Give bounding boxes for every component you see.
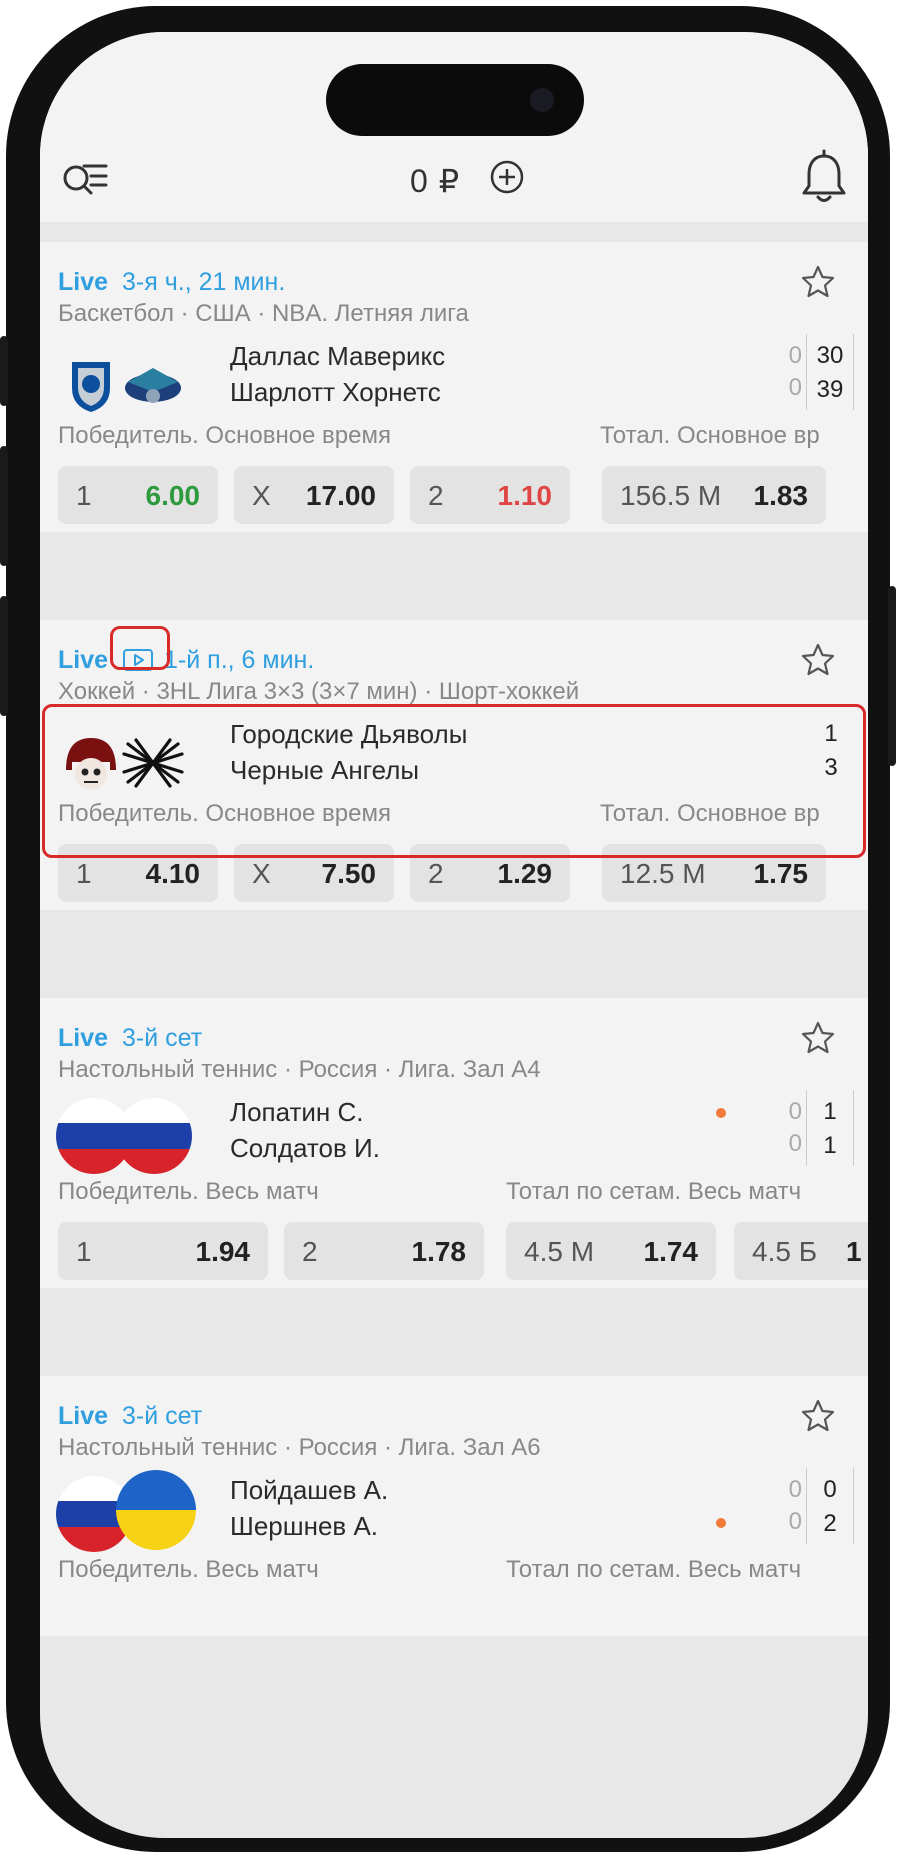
market-total-label: Тотал по сетам. Весь матч bbox=[506, 1178, 802, 1205]
team-names: Даллас Маверикс Шарлотт Хорнетс bbox=[230, 338, 690, 410]
event-header: Live 3-й сет Настольный теннис · Россия … bbox=[58, 1020, 848, 1090]
odd-value: 1.78 bbox=[411, 1236, 467, 1267]
favorite-star-icon[interactable] bbox=[800, 1020, 836, 1056]
team2-name: Шершнев А. bbox=[230, 1511, 379, 1541]
team1-name: Лопатин С. bbox=[230, 1097, 364, 1127]
market-winner-label: Победитель. Основное время bbox=[58, 422, 391, 449]
odd-value: 1 bbox=[846, 1236, 862, 1267]
team1-score: 30 bbox=[816, 342, 844, 369]
team1-name: Даллас Маверикс bbox=[230, 341, 446, 371]
event-card[interactable]: Live 3-й сет Настольный теннис · Россия … bbox=[40, 1376, 868, 1636]
team2-game-score: 0 bbox=[788, 374, 802, 401]
live-badge: Live bbox=[58, 267, 109, 296]
odd-value: 7.50 bbox=[321, 858, 377, 889]
header: 0 ₽ bbox=[40, 144, 868, 214]
ukraine-flag-icon bbox=[116, 1470, 196, 1550]
odd-button[interactable]: X 17.00 bbox=[234, 466, 394, 524]
highlight-teams-row bbox=[42, 704, 866, 858]
league-name: Баскетбол · США · NBA. Летняя лига bbox=[58, 300, 469, 327]
notifications-bell-icon[interactable] bbox=[796, 148, 852, 208]
market-total-label: Тотал по сетам. Весь матч bbox=[506, 1556, 802, 1583]
odd-button[interactable]: 1 6.00 bbox=[58, 466, 218, 524]
score-box: 0 2 bbox=[806, 1468, 854, 1544]
serve-indicator bbox=[716, 1518, 726, 1528]
favorite-star-icon[interactable] bbox=[800, 1398, 836, 1434]
event-header: Live 1-й п., 6 мин. Хоккей · 3HL Лига 3×… bbox=[58, 642, 848, 712]
phone-side-button bbox=[0, 446, 8, 566]
odd-value: 1.75 bbox=[753, 858, 809, 889]
event-period: 3-я ч., 21 мин. bbox=[122, 267, 286, 296]
league-name: Настольный теннис · Россия · Лига. Зал А… bbox=[58, 1056, 541, 1083]
odd-button[interactable]: 156.5 М 1.83 bbox=[602, 466, 826, 524]
event-period: 3-й сет bbox=[122, 1023, 203, 1052]
phone-frame: 0 ₽ Live 3-я ч., 21 мин. Баскетбол · США… bbox=[0, 6, 896, 1852]
market-winner-label: Победитель. Весь матч bbox=[58, 1178, 319, 1205]
balance-amount[interactable]: 0 ₽ bbox=[410, 162, 460, 200]
live-badge: Live bbox=[58, 645, 109, 674]
odd-value: 6.00 bbox=[145, 480, 201, 511]
team1-score: 1 bbox=[823, 1098, 837, 1125]
league-name: Хоккей · 3HL Лига 3×3 (3×7 мин) · Шорт-х… bbox=[58, 678, 580, 705]
team1-game-score: 0 bbox=[788, 1098, 802, 1125]
league-name: Настольный теннис · Россия · Лига. Зал А… bbox=[58, 1434, 541, 1461]
team-flags bbox=[56, 1470, 196, 1562]
team1-game-score: 0 bbox=[788, 342, 802, 369]
odd-button[interactable]: 2 1.78 bbox=[284, 1222, 484, 1280]
team2-name: Солдатов И. bbox=[230, 1133, 380, 1163]
russia-flag-icon bbox=[116, 1098, 192, 1174]
event-period: 3-й сет bbox=[122, 1401, 203, 1430]
team-logos bbox=[58, 342, 188, 432]
dynamic-island bbox=[326, 64, 584, 136]
team-names: Лопатин С. Солдатов И. bbox=[230, 1094, 690, 1166]
team-names: Пойдашев А. Шершнев А. bbox=[230, 1472, 690, 1544]
odd-value: 1.29 bbox=[497, 858, 553, 889]
search-filter-icon[interactable] bbox=[58, 152, 112, 206]
top-bar: 0 ₽ bbox=[40, 32, 868, 222]
team1-score: 0 bbox=[823, 1476, 837, 1503]
odd-value: 17.00 bbox=[305, 480, 376, 511]
odd-button[interactable]: 2 1.10 bbox=[410, 466, 570, 524]
team2-score: 2 bbox=[823, 1510, 837, 1537]
score-box: 1 1 bbox=[806, 1090, 854, 1166]
team2-name: Шарлотт Хорнетс bbox=[230, 377, 441, 407]
phone-side-button bbox=[0, 336, 8, 406]
event-header: Live 3-й сет Настольный теннис · Россия … bbox=[58, 1398, 848, 1468]
favorite-star-icon[interactable] bbox=[800, 642, 836, 678]
event-card[interactable]: Live 1-й п., 6 мин. Хоккей · 3HL Лига 3×… bbox=[40, 620, 868, 910]
add-funds-icon[interactable] bbox=[488, 158, 526, 196]
phone-side-button bbox=[888, 586, 896, 766]
team2-score: 1 bbox=[823, 1132, 837, 1159]
odd-button[interactable]: 4.5 М 1.74 bbox=[506, 1222, 716, 1280]
team1-game-score: 0 bbox=[788, 1476, 802, 1503]
event-period: 1-й п., 6 мин. bbox=[164, 645, 315, 674]
team1-name: Пойдашев А. bbox=[230, 1475, 389, 1505]
hornets-logo-icon bbox=[125, 368, 181, 403]
team-flags bbox=[56, 1094, 192, 1184]
event-card[interactable]: Live 3-й сет Настольный теннис · Россия … bbox=[40, 998, 868, 1288]
market-total-label: Тотал. Основное вр bbox=[600, 422, 820, 449]
team2-score: 39 bbox=[816, 376, 844, 403]
app-screen: 0 ₽ Live 3-я ч., 21 мин. Баскетбол · США… bbox=[40, 32, 868, 1838]
odd-value: 1.83 bbox=[753, 480, 809, 511]
serve-indicator bbox=[716, 1108, 726, 1118]
live-badge: Live bbox=[58, 1023, 109, 1052]
team2-game-score: 0 bbox=[788, 1130, 802, 1157]
odd-value: 1.10 bbox=[497, 480, 553, 511]
highlight-video-badge bbox=[110, 626, 170, 670]
favorite-star-icon[interactable] bbox=[800, 264, 836, 300]
team2-game-score: 0 bbox=[788, 1508, 802, 1535]
mavericks-logo-icon bbox=[72, 362, 110, 412]
odd-value: 4.10 bbox=[145, 858, 201, 889]
event-card[interactable]: Live 3-я ч., 21 мин. Баскетбол · США · N… bbox=[40, 242, 868, 532]
phone-side-button bbox=[0, 596, 8, 716]
market-winner-label: Победитель. Весь матч bbox=[58, 1556, 319, 1583]
odd-button[interactable]: 1 1.94 bbox=[58, 1222, 268, 1280]
odd-button[interactable]: 4.5 Б 1 bbox=[734, 1222, 868, 1280]
event-header: Live 3-я ч., 21 мин. Баскетбол · США · N… bbox=[58, 264, 848, 334]
score-box: 30 39 bbox=[806, 334, 854, 410]
odd-value: 1.94 bbox=[195, 1236, 251, 1267]
odd-value: 1.74 bbox=[643, 1236, 699, 1267]
live-badge: Live bbox=[58, 1401, 109, 1430]
